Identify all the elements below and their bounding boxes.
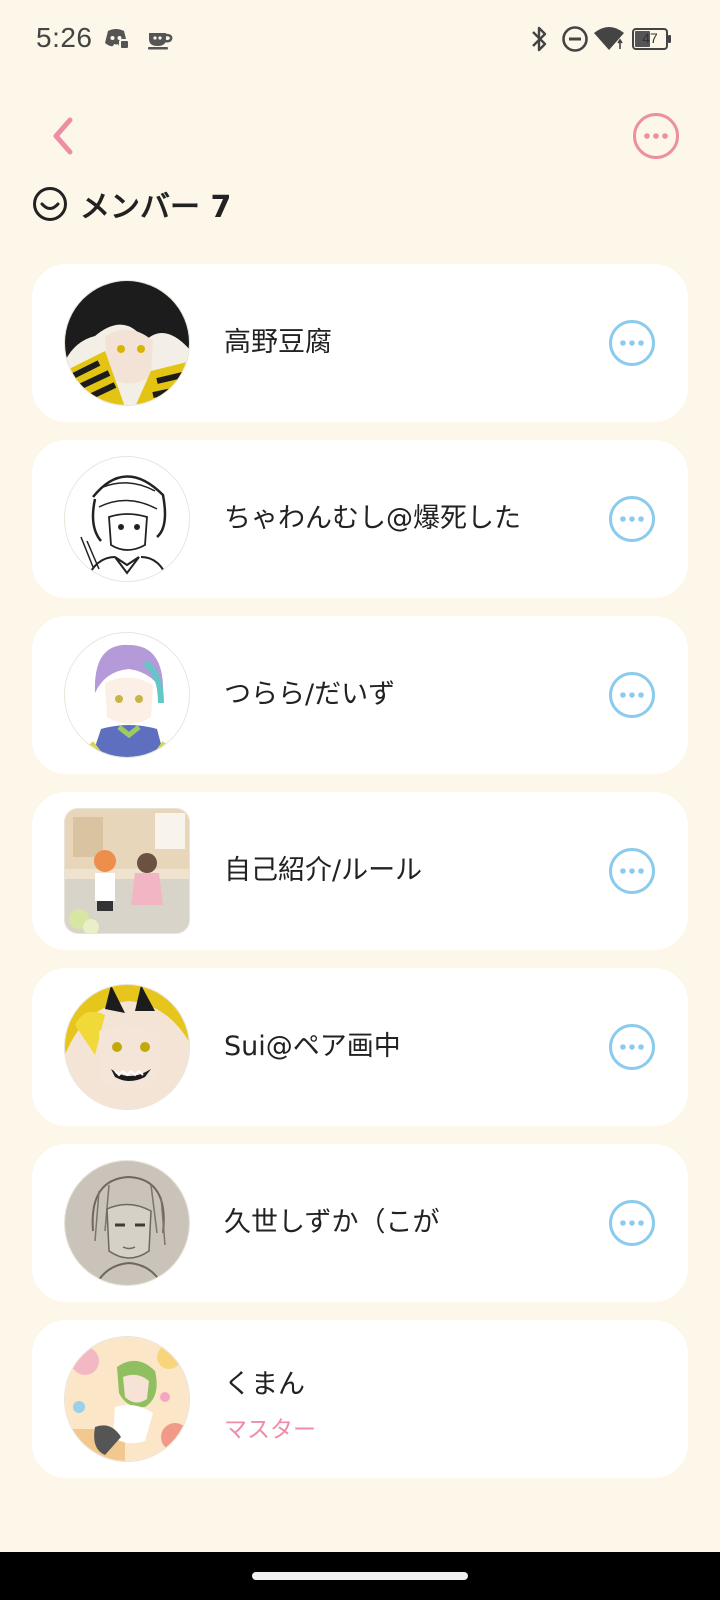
avatar — [64, 456, 190, 582]
more-horizontal-icon — [609, 1200, 655, 1246]
member-more-button[interactable] — [608, 1199, 656, 1247]
avatar — [64, 280, 190, 406]
more-horizontal-icon — [609, 672, 655, 718]
member-more-button[interactable] — [608, 1023, 656, 1071]
status-bar: 5:26 47 — [0, 0, 720, 82]
member-card[interactable]: 高野豆腐 — [32, 264, 688, 422]
member-name: 自己紹介/ルール — [224, 855, 423, 886]
member-card[interactable]: つらら/だいず — [32, 616, 688, 774]
home-indicator[interactable] — [252, 1572, 468, 1580]
member-name: Sui@ペア画中 — [224, 1031, 401, 1062]
member-section-header: メンバー 7 — [32, 182, 231, 226]
member-name: ちゃわんむし@爆死した — [224, 503, 521, 534]
member-card[interactable]: 自己紹介/ルール — [32, 792, 688, 950]
member-list: 高野豆腐 ちゃわんむし@爆死した つらら/だいず 自己紹介/ルール Sui@ペア… — [32, 264, 688, 1496]
status-time: 5:26 — [36, 22, 93, 53]
chevron-left-icon — [53, 117, 73, 155]
member-more-button[interactable] — [608, 495, 656, 543]
back-button[interactable] — [44, 112, 84, 160]
member-role-badge: マスター — [224, 1417, 316, 1443]
header-more-button[interactable] — [632, 112, 680, 160]
avatar — [64, 1336, 190, 1462]
member-card[interactable]: ちゃわんむし@爆死した — [32, 440, 688, 598]
avatar — [64, 632, 190, 758]
member-more-button[interactable] — [608, 319, 656, 367]
member-more-button[interactable] — [608, 847, 656, 895]
member-card[interactable]: くまん マスター — [32, 1320, 688, 1478]
member-name: 久世しずか（こが — [224, 1207, 440, 1238]
member-card[interactable]: 久世しずか（こが — [32, 1144, 688, 1302]
member-name: くまん — [224, 1369, 305, 1400]
avatar — [64, 808, 190, 934]
more-horizontal-icon — [609, 848, 655, 894]
member-name: つらら/だいず — [224, 679, 396, 710]
more-horizontal-icon — [609, 496, 655, 542]
more-horizontal-icon — [633, 113, 679, 159]
member-count-title: メンバー 7 — [80, 190, 232, 225]
do-not-disturb-icon — [560, 24, 590, 58]
more-horizontal-icon — [609, 320, 655, 366]
wifi-icon — [592, 24, 628, 58]
discord-icon — [102, 24, 130, 56]
member-card[interactable]: Sui@ペア画中 — [32, 968, 688, 1126]
more-horizontal-icon — [609, 1024, 655, 1070]
battery-level: 47 — [642, 30, 658, 46]
avatar — [64, 1160, 190, 1286]
member-more-button[interactable] — [608, 671, 656, 719]
bluetooth-icon — [528, 24, 550, 58]
smile-icon — [33, 187, 67, 221]
cup-icon — [146, 24, 174, 56]
member-name: 高野豆腐 — [224, 327, 332, 358]
avatar — [64, 984, 190, 1110]
